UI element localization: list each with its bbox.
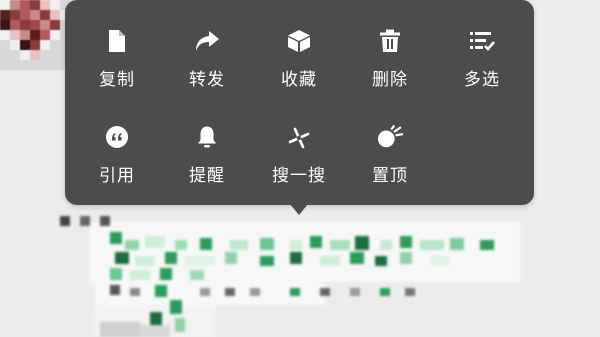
mosaic-pixel: [130, 270, 150, 280]
menu-item-label: 多选: [464, 70, 500, 90]
mosaic-pixel: [380, 240, 392, 250]
mosaic-pixel: [110, 232, 122, 244]
menu-item-favorite[interactable]: 收藏: [257, 22, 341, 98]
mosaic-pixel: [125, 240, 139, 250]
mosaic-pixel: [200, 288, 210, 296]
mosaic-pixel: [400, 252, 412, 264]
mosaic-pixel: [145, 236, 165, 248]
trash-icon: [377, 28, 403, 54]
mosaic-pixel: [100, 322, 140, 337]
mosaic-pixel: [290, 240, 302, 250]
mosaic-pixel: [175, 240, 187, 250]
mosaic-pixel: [450, 238, 464, 250]
mosaic-pixel: [260, 256, 274, 266]
mosaic-pixel: [110, 285, 120, 295]
mosaic-pixel: [230, 240, 248, 250]
mosaic-pixel: [100, 216, 110, 226]
bell-icon: [194, 124, 220, 150]
mosaic-pixel: [260, 238, 274, 250]
mosaic-pixel: [135, 256, 155, 266]
mosaic-pixel: [405, 288, 415, 296]
mosaic-pixel: [320, 256, 340, 266]
mosaic-pixel: [225, 288, 235, 296]
mosaic-pixel: [140, 325, 170, 337]
menu-item-forward[interactable]: 转发: [165, 22, 249, 98]
menu-item-pin-top[interactable]: 置顶: [348, 118, 432, 194]
mosaic-pixel: [250, 288, 260, 296]
menu-item-label: 复制: [99, 70, 135, 90]
mosaic-pixel: [380, 288, 390, 296]
mosaic-pixel: [185, 256, 215, 266]
menu-pointer-arrow: [290, 204, 308, 215]
menu-item-label: 收藏: [281, 70, 317, 90]
message-context-menu: 复制 转发 收藏 删除 多选 引用 提醒 搜一搜 置顶: [65, 0, 534, 205]
mosaic-pixel: [150, 312, 162, 326]
mosaic-pixel: [190, 270, 204, 280]
mosaic-pixel: [420, 240, 444, 250]
menu-item-copy[interactable]: 复制: [75, 22, 159, 98]
mosaic-pixel: [375, 256, 387, 266]
mosaic-pixel: [320, 288, 330, 296]
menu-item-label: 置顶: [372, 166, 408, 186]
quote-icon: [104, 124, 130, 150]
mosaic-pixel: [200, 238, 212, 250]
multi-select-icon: [469, 28, 495, 54]
mosaic-pixel: [350, 288, 360, 296]
mosaic-pixel: [290, 252, 302, 264]
chat-screen: 复制 转发 收藏 删除 多选 引用 提醒 搜一搜 置顶: [0, 0, 600, 337]
mosaic-pixel: [110, 268, 122, 280]
mosaic-pixel: [175, 318, 185, 332]
mosaic-pixel: [115, 252, 129, 264]
mosaic-pixel: [80, 216, 90, 226]
mosaic-pixel: [430, 256, 450, 266]
menu-item-remind[interactable]: 提醒: [165, 118, 249, 194]
mosaic-pixel: [60, 216, 70, 226]
mosaic-pixel: [350, 252, 364, 264]
menu-item-label: 引用: [99, 166, 135, 186]
menu-item-label: 搜一搜: [272, 166, 326, 186]
pin-top-icon: [377, 124, 403, 150]
mosaic-pixel: [160, 268, 172, 280]
mosaic-pixel: [130, 288, 140, 296]
mosaic-pixel: [225, 252, 237, 264]
menu-item-label: 提醒: [189, 166, 225, 186]
menu-item-delete[interactable]: 删除: [348, 22, 432, 98]
mosaic-pixel: [290, 288, 300, 296]
mosaic-pixel: [310, 236, 322, 248]
menu-item-quote[interactable]: 引用: [75, 118, 159, 194]
menu-item-multi-select[interactable]: 多选: [440, 22, 524, 98]
mosaic-pixel: [330, 240, 350, 250]
mosaic-pixel: [400, 236, 412, 248]
mosaic-pixel: [90, 222, 520, 282]
menu-item-label: 转发: [189, 70, 225, 90]
forward-icon: [194, 28, 220, 54]
favorite-cube-icon: [286, 28, 312, 54]
mosaic-pixel: [155, 285, 167, 297]
copy-icon: [104, 28, 130, 54]
menu-item-search[interactable]: 搜一搜: [257, 118, 341, 194]
mosaic-pixel: [170, 300, 182, 314]
search-sparkle-icon: [286, 124, 312, 150]
mosaic-pixel: [480, 240, 494, 250]
menu-item-label: 删除: [372, 70, 408, 90]
mosaic-pixel: [165, 252, 177, 264]
mosaic-pixel: [355, 236, 369, 250]
